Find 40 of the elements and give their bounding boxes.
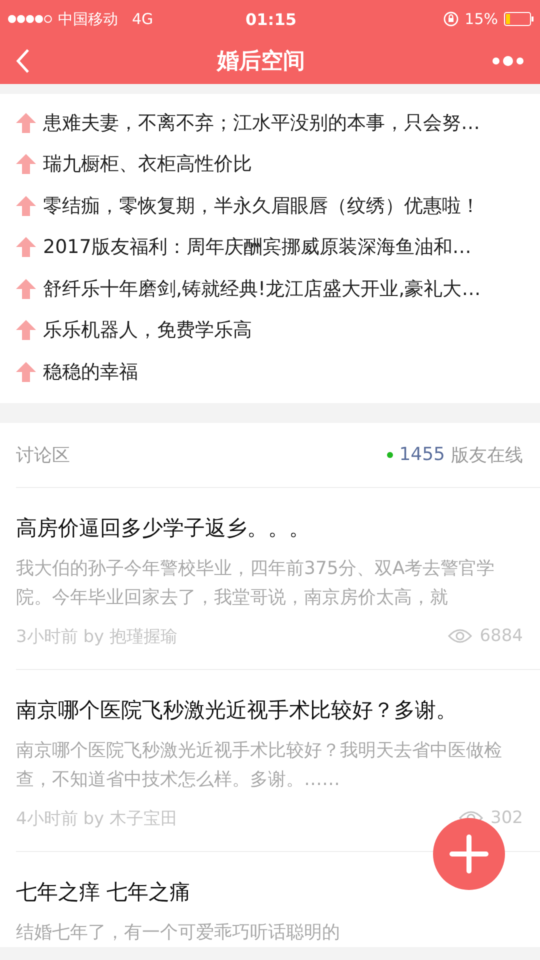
- arrow-up-icon: [16, 278, 36, 299]
- arrow-up-icon: [16, 320, 36, 340]
- clock-time: 01:15: [246, 10, 296, 28]
- arrow-up-icon: [16, 154, 36, 174]
- signal-icon: [8, 14, 52, 24]
- arrow-up-icon: [16, 362, 36, 382]
- post-meta: 4小时前 by 木子宝田: [16, 808, 178, 830]
- section-label: 讨论区: [16, 444, 70, 466]
- online-dot: [387, 452, 394, 458]
- post-meta: 3小时前 by 抱瑾握瑜: [16, 626, 178, 648]
- hot-topic-link[interactable]: 舒纤乐十年磨剑,铸就经典!龙江店盛大开业,豪礼大…: [43, 276, 481, 302]
- back-icon[interactable]: [16, 49, 30, 73]
- carrier-name: 中国移动: [58, 10, 118, 28]
- post-excerpt: 南京哪个医院飞秒激光近视手术比较好？我明天去省中医做检查，不知道省中技术怎么样。多谢。……: [16, 738, 503, 792]
- hot-topic-link[interactable]: 乐乐机器人，免费学乐高: [43, 317, 252, 344]
- arrow-up-icon: [16, 196, 36, 216]
- more-icon[interactable]: [492, 55, 524, 67]
- post-excerpt: 我大伯的孙子今年警校毕业，四年前375分、双A考去警官学院。今年毕业回家去了，我堂哥说，南京房价太高，就: [16, 556, 496, 610]
- view-count: 6884: [480, 626, 523, 646]
- post-title[interactable]: 高房价逼回多少学子返乡。。。: [16, 514, 523, 542]
- hot-topic-link[interactable]: 瑞九橱柜、衣柜高性价比: [43, 151, 252, 178]
- post-title[interactable]: 七年之痒 七年之痛: [16, 878, 523, 906]
- network-type: 4G: [132, 10, 154, 28]
- rotation-lock-icon: [442, 11, 459, 27]
- hot-topic-link[interactable]: 患难夫妻，不离不弃；江水平没别的本事，只会努…: [43, 110, 480, 136]
- online-label: 版友在线: [451, 444, 523, 466]
- page-title: 婚后空间: [217, 48, 305, 76]
- hot-topic-link[interactable]: 零结痂，零恢复期，半永久眉眼唇（纹绣）优惠啦！: [43, 192, 480, 219]
- online-count: 1455: [399, 444, 445, 465]
- arrow-up-icon: [16, 112, 36, 133]
- battery-icon: [504, 12, 534, 26]
- view-count: 302: [490, 808, 523, 828]
- battery-percent: 15%: [464, 10, 498, 28]
- eye-icon: [448, 628, 472, 644]
- post-excerpt: 结婚七年了，有一个可爱乖巧听话聪明的: [16, 920, 341, 944]
- post-title[interactable]: 南京哪个医院飞秒激光近视手术比较好？多谢。: [16, 696, 523, 724]
- hot-topic-link[interactable]: 2017版友福利：周年庆酬宾挪威原装深海鱼油和…: [43, 234, 472, 260]
- hot-topic-link[interactable]: 稳稳的幸福: [43, 358, 138, 385]
- arrow-up-icon: [16, 237, 36, 258]
- plus-icon: [449, 834, 489, 874]
